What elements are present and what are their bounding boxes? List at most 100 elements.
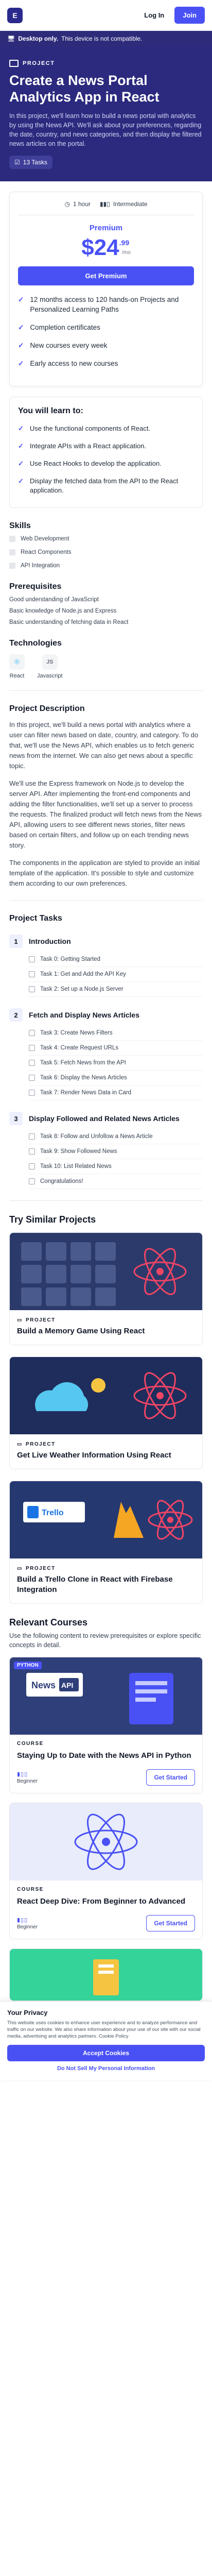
learn-item: ✓ Integrate APIs with a React application… xyxy=(18,442,147,450)
skills-section: Skills Web Development React Components … xyxy=(9,521,203,569)
level-bars-icon: ▮▯▯ xyxy=(17,1771,28,1777)
courses-heading: Relevant Courses xyxy=(9,1617,88,1628)
project-description: Project Description In this project, we'… xyxy=(9,704,203,889)
technologies-heading: Technologies xyxy=(9,639,62,648)
divider xyxy=(9,690,203,691)
description-paragraph: We'll use the Express framework on Node.… xyxy=(9,779,202,849)
level-bars-icon: ▮▮▯ xyxy=(100,200,110,208)
task-item[interactable]: Task 3: Create News Filters xyxy=(29,1026,203,1041)
course-type: COURSE xyxy=(17,1741,44,1747)
premium-features: ✓ 12 months access to 120 hands-on Projec… xyxy=(18,295,194,368)
react-icon: ⚛ xyxy=(9,654,25,670)
skill-item[interactable]: Web Development xyxy=(9,536,203,542)
task-item[interactable]: Task 8: Follow and Unfollow a News Artic… xyxy=(29,1129,203,1144)
task-checkbox-icon xyxy=(29,1148,35,1155)
hero: PROJECT Create a News Portal Analytics A… xyxy=(0,46,212,181)
news-api-course-image: PYTHON News API xyxy=(10,1657,202,1735)
get-started-button[interactable]: Get Started xyxy=(146,1769,195,1786)
feature-item: ✓ 12 months access to 120 hands-on Projec… xyxy=(18,296,179,313)
join-button[interactable]: Join xyxy=(174,7,205,24)
similar-project-card[interactable]: Trello ▭ PROJECT Build a Trello Clone in … xyxy=(9,1481,203,1604)
similar-project-card[interactable]: ▭ PROJECT Get Live Weather Information Us… xyxy=(9,1357,203,1469)
task-group-3: 3 Display Followed and Related News Arti… xyxy=(9,1108,203,1189)
project-badge: PROJECT xyxy=(9,60,203,67)
description-heading: Project Description xyxy=(9,704,85,713)
clock-icon: ◷ xyxy=(64,200,70,208)
course-card[interactable]: COURSE React Deep Dive: From Beginner to… xyxy=(9,1803,203,1939)
javascript-icon: JS xyxy=(42,654,58,670)
svg-text:Trello: Trello xyxy=(42,1509,64,1517)
task-item[interactable]: Task 6: Display the News Articles xyxy=(29,1071,203,1086)
tasks-count-pill: ☑ 13 Tasks xyxy=(9,156,52,169)
learning-outcomes: You will learn to: ✓ Use the functional c… xyxy=(9,397,203,508)
learn-heading: You will learn to: xyxy=(18,406,83,415)
task-item[interactable]: Task 9: Show Followed News xyxy=(29,1144,203,1159)
tasks-heading: Project Tasks xyxy=(9,914,62,923)
task-checkbox-icon xyxy=(29,1045,35,1051)
course-title: Staying Up to Date with the News API in … xyxy=(17,1751,191,1760)
learn-item: ✓ Display the fetched data from the API t… xyxy=(18,477,179,494)
tech-javascript: JS Javascript xyxy=(37,654,63,679)
prerequisite-item: Basic knowledge of Node.js and Express xyxy=(9,608,117,614)
prerequisites-section: Prerequisites Good understanding of Java… xyxy=(9,582,203,625)
logo[interactable]: E xyxy=(7,7,23,23)
get-started-button[interactable]: Get Started xyxy=(146,1915,195,1931)
weather-image xyxy=(10,1357,202,1434)
project-title: Get Live Weather Information Using React xyxy=(17,1451,171,1460)
divider xyxy=(9,1200,203,1201)
task-checkbox-icon xyxy=(29,1133,35,1140)
skill-icon xyxy=(9,549,15,555)
project-meta: ◷ 1 hour ▮▮▯ Intermediate xyxy=(18,200,194,215)
course-card[interactable]: PYTHON News API COURSE Staying Up to Dat… xyxy=(9,1657,203,1793)
task-item[interactable]: Task 1: Get and Add the API Key xyxy=(29,967,203,982)
login-link[interactable]: Log In xyxy=(139,7,169,23)
price: $24 .99 /mo xyxy=(81,235,131,260)
task-group-number: 1 xyxy=(9,935,23,948)
task-item[interactable]: Congratulations! xyxy=(29,1174,203,1189)
accept-cookies-button[interactable]: Accept Cookies xyxy=(7,2045,205,2061)
level-bars-icon: ▮▯▯ xyxy=(17,1917,28,1923)
plan-name: Premium xyxy=(89,224,123,232)
course-level: ▮▯▯ Beginner xyxy=(17,1917,38,1930)
memory-game-image xyxy=(10,1233,202,1310)
course-card[interactable] xyxy=(9,1948,203,2001)
privacy-heading: Your Privacy xyxy=(7,2009,48,2016)
task-item[interactable]: Task 4: Create Request URLs xyxy=(29,1041,203,1056)
privacy-text: This website uses cookies to enhance use… xyxy=(7,2020,201,2039)
course-type: COURSE xyxy=(17,1887,44,1892)
skill-icon xyxy=(9,563,15,569)
description-paragraph: The components in the application are st… xyxy=(9,859,200,887)
skill-item[interactable]: API Integration xyxy=(9,563,203,569)
do-not-sell-link[interactable]: Do Not Sell My Personal Information xyxy=(7,2065,205,2072)
similar-project-card[interactable]: ▭ PROJECT Build a Memory Game Using React xyxy=(9,1232,203,1345)
feature-item: ✓ New courses every week xyxy=(18,342,108,349)
react-course-image xyxy=(10,1803,202,1880)
feature-item: ✓ Early access to new courses xyxy=(18,360,118,367)
checklist-icon: ☑ xyxy=(14,159,20,166)
project-icon: ▭ xyxy=(17,1442,23,1447)
svg-text:News: News xyxy=(31,1680,56,1690)
prerequisites-heading: Prerequisites xyxy=(9,582,62,591)
skill-item[interactable]: React Components xyxy=(9,549,203,555)
task-checkbox-icon xyxy=(29,1090,35,1096)
python-tag: PYTHON xyxy=(14,1662,42,1669)
project-type: ▭ PROJECT xyxy=(17,1566,56,1571)
check-icon: ✓ xyxy=(18,477,24,485)
task-item[interactable]: Task 0: Getting Started xyxy=(29,952,203,967)
task-item[interactable]: Task 10: List Related News xyxy=(29,1159,203,1174)
page-title: Create a News Portal Analytics App in Re… xyxy=(9,73,160,105)
project-title: Build a Trello Clone in React with Fireb… xyxy=(17,1575,173,1594)
get-premium-button[interactable]: Get Premium xyxy=(18,266,194,285)
top-nav: E Log In Join xyxy=(0,0,212,31)
pricing-card: ◷ 1 hour ▮▮▯ Intermediate Premium $24 .99 … xyxy=(9,192,203,386)
divider xyxy=(9,900,203,901)
skill-icon xyxy=(9,536,15,542)
task-group-title: Display Followed and Related News Articl… xyxy=(29,1114,180,1123)
task-item[interactable]: Task 5: Fetch News from the API xyxy=(29,1056,203,1071)
project-icon: ▭ xyxy=(17,1566,23,1571)
task-item[interactable]: Task 7: Render News Data in Card xyxy=(29,1086,203,1100)
task-item[interactable]: Task 2: Set up a Node.js Server xyxy=(29,982,203,997)
duration: ◷ 1 hour xyxy=(64,200,91,208)
prerequisite-item: Good understanding of JavaScript xyxy=(9,597,99,603)
monitor-icon: 🖥 xyxy=(7,35,15,42)
